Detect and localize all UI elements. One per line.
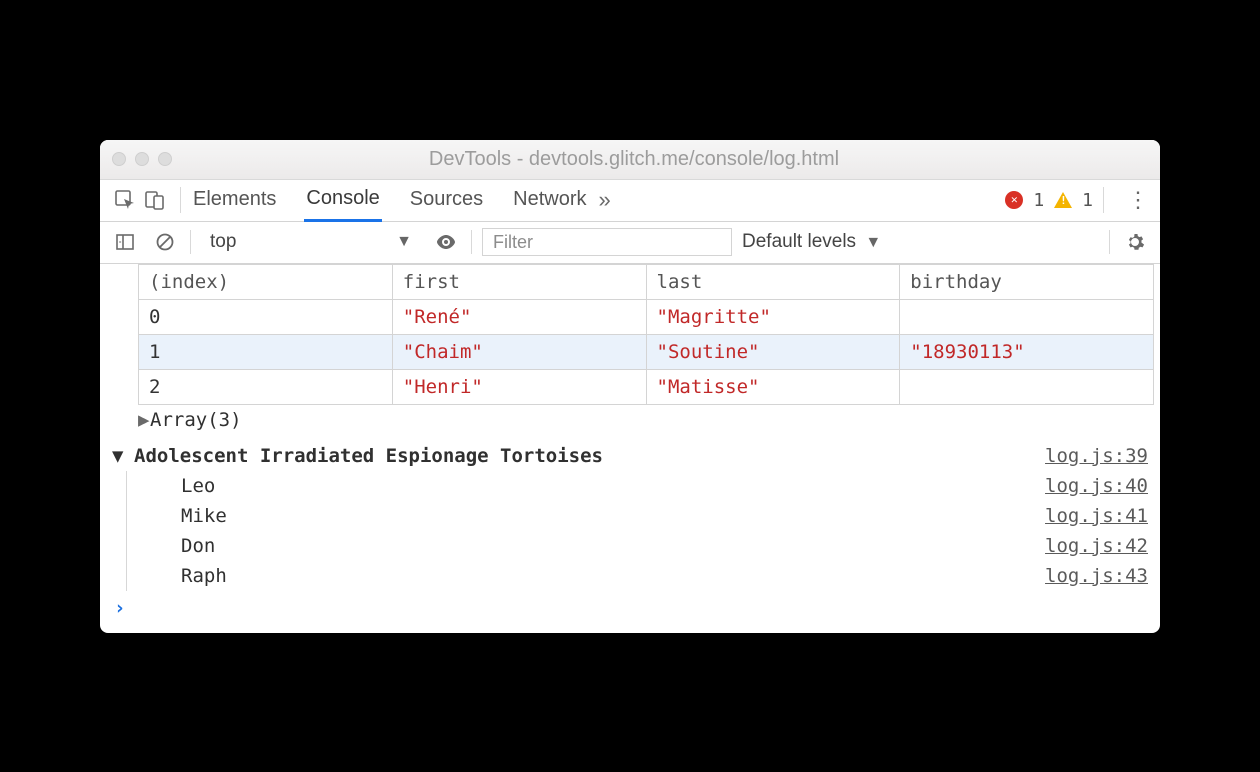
- sidebar-toggle-icon[interactable]: [110, 227, 140, 257]
- table-cell: [900, 299, 1154, 334]
- group-item: Donlog.js:42: [126, 531, 1154, 561]
- table-cell: "René": [392, 299, 646, 334]
- source-link[interactable]: log.js:40: [1045, 475, 1148, 497]
- table-cell: 2: [139, 369, 393, 404]
- group-item-text: Mike: [181, 505, 1045, 527]
- devtools-window: DevTools - devtools.glitch.me/console/lo…: [100, 140, 1160, 633]
- collapse-triangle-icon[interactable]: ▼: [112, 445, 124, 467]
- panel-tabs: Elements Console Sources Network: [191, 179, 589, 222]
- array-summary[interactable]: ▶Array(3): [138, 405, 1154, 435]
- window-title: DevTools - devtools.glitch.me/console/lo…: [190, 148, 1078, 171]
- context-label: top: [210, 231, 236, 253]
- group-header[interactable]: ▼ Adolescent Irradiated Espionage Tortoi…: [106, 441, 1154, 471]
- chevron-down-icon: ▼: [865, 234, 881, 251]
- group-item: Leolog.js:40: [126, 471, 1154, 501]
- inspect-element-icon[interactable]: [110, 185, 140, 215]
- live-expression-icon[interactable]: [431, 227, 461, 257]
- filter-input[interactable]: [482, 228, 732, 256]
- table-cell: "Henri": [392, 369, 646, 404]
- group-item-text: Leo: [181, 475, 1045, 497]
- table-cell: "Chaim": [392, 334, 646, 369]
- main-tabbar: Elements Console Sources Network » × 1 1…: [100, 180, 1160, 222]
- table-col-last[interactable]: last: [646, 264, 900, 299]
- tab-network[interactable]: Network: [511, 180, 588, 220]
- table-col-birthday[interactable]: birthday: [900, 264, 1154, 299]
- group-item-text: Don: [181, 535, 1045, 557]
- context-selector[interactable]: top ▼: [201, 226, 421, 258]
- kebab-menu-icon[interactable]: ⋮: [1126, 187, 1150, 213]
- gear-icon[interactable]: [1120, 227, 1150, 257]
- close-dot-icon[interactable]: [112, 152, 126, 166]
- console-group: ▼ Adolescent Irradiated Espionage Tortoi…: [106, 441, 1154, 591]
- levels-dropdown[interactable]: Default levels ▼: [742, 231, 881, 253]
- table-cell: "Soutine": [646, 334, 900, 369]
- table-cell: "Magritte": [646, 299, 900, 334]
- table-header-row: (index) first last birthday: [139, 264, 1154, 299]
- source-link[interactable]: log.js:41: [1045, 505, 1148, 527]
- warning-icon[interactable]: [1054, 192, 1072, 208]
- error-icon[interactable]: ×: [1005, 191, 1023, 209]
- console-body: (index) first last birthday 0"René""Magr…: [100, 264, 1160, 633]
- chevron-down-icon: ▼: [396, 233, 412, 251]
- error-count[interactable]: 1: [1033, 190, 1044, 211]
- table-col-index[interactable]: (index): [139, 264, 393, 299]
- table-cell: "Matisse": [646, 369, 900, 404]
- table-row[interactable]: 0"René""Magritte": [139, 299, 1154, 334]
- table-cell: 0: [139, 299, 393, 334]
- tab-elements[interactable]: Elements: [191, 180, 278, 220]
- zoom-dot-icon[interactable]: [158, 152, 172, 166]
- status-badges: × 1 1: [1005, 190, 1093, 211]
- group-item: Mikelog.js:41: [126, 501, 1154, 531]
- table-cell: "18930113": [900, 334, 1154, 369]
- console-table: (index) first last birthday 0"René""Magr…: [138, 264, 1154, 405]
- tab-sources[interactable]: Sources: [408, 180, 485, 220]
- source-link[interactable]: log.js:43: [1045, 565, 1148, 587]
- minimize-dot-icon[interactable]: [135, 152, 149, 166]
- console-toolbar: top ▼ Default levels ▼: [100, 222, 1160, 264]
- clear-console-icon[interactable]: [150, 227, 180, 257]
- traffic-lights: [112, 152, 172, 166]
- device-toolbar-icon[interactable]: [140, 185, 170, 215]
- titlebar: DevTools - devtools.glitch.me/console/lo…: [100, 140, 1160, 180]
- table-col-first[interactable]: first: [392, 264, 646, 299]
- table-row[interactable]: 1"Chaim""Soutine""18930113": [139, 334, 1154, 369]
- table-row[interactable]: 2"Henri""Matisse": [139, 369, 1154, 404]
- group-title: Adolescent Irradiated Espionage Tortoise…: [134, 445, 1035, 467]
- warning-count[interactable]: 1: [1082, 190, 1093, 211]
- group-item-text: Raph: [181, 565, 1045, 587]
- expand-triangle-icon[interactable]: ▶: [138, 409, 150, 431]
- table-cell: [900, 369, 1154, 404]
- tab-console[interactable]: Console: [304, 179, 381, 222]
- more-tabs-icon[interactable]: »: [589, 187, 621, 213]
- levels-label: Default levels: [742, 231, 856, 252]
- source-link[interactable]: log.js:39: [1045, 445, 1148, 467]
- group-item: Raphlog.js:43: [126, 561, 1154, 591]
- table-cell: 1: [139, 334, 393, 369]
- source-link[interactable]: log.js:42: [1045, 535, 1148, 557]
- console-prompt[interactable]: ›: [106, 591, 1154, 629]
